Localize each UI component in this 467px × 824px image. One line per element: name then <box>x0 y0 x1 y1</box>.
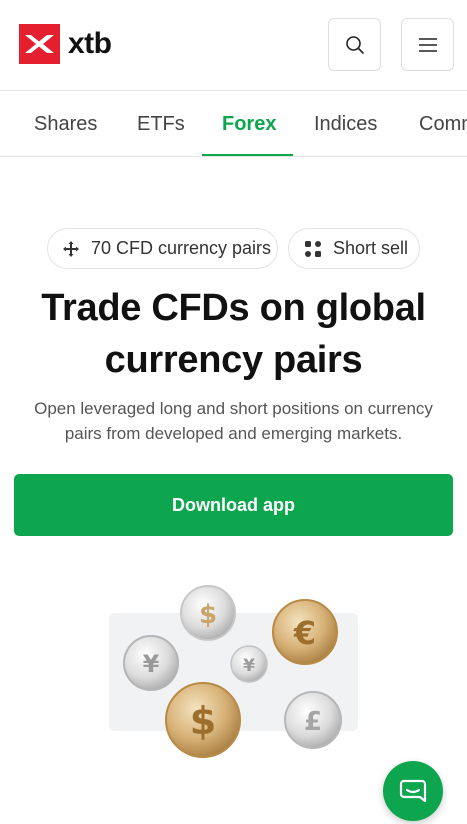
page-subtitle: Open leveraged long and short positions … <box>20 396 447 446</box>
euro-coin-icon: € <box>272 599 338 665</box>
dollar-coin-large-icon: $ <box>165 682 241 758</box>
subtitle-line-2: pairs from developed and emerging market… <box>64 424 403 443</box>
feature-chip-currency-pairs: 70 CFD currency pairs <box>47 228 278 269</box>
page-title: Trade CFDs on global currency pairs <box>0 282 467 386</box>
svg-text:€: € <box>293 614 316 652</box>
logo-mark-icon <box>19 24 60 64</box>
grid-dots-icon <box>304 240 322 258</box>
category-tabs: Shares ETFs Forex Indices Comm <box>0 90 467 157</box>
title-line-2: currency pairs <box>104 339 363 381</box>
currency-coins-illustration: ¥ $ ¥ € $ £ <box>105 580 365 770</box>
svg-text:¥: ¥ <box>143 650 160 678</box>
tab-shares[interactable]: Shares <box>34 91 97 156</box>
yen-coin-icon: ¥ <box>123 635 179 691</box>
tab-commodities[interactable]: Comm <box>419 91 467 156</box>
search-button[interactable] <box>328 18 381 71</box>
tab-etfs[interactable]: ETFs <box>137 91 185 156</box>
active-tab-indicator <box>202 154 293 156</box>
hamburger-menu-icon <box>418 37 437 52</box>
tab-forex[interactable]: Forex <box>222 91 276 156</box>
svg-text:£: £ <box>304 707 322 737</box>
menu-button[interactable] <box>401 18 454 71</box>
title-line-1: Trade CFDs on global <box>41 287 426 329</box>
chat-button[interactable] <box>383 761 443 821</box>
dollar-coin-small-icon: $ <box>180 585 236 641</box>
subtitle-line-1: Open leveraged long and short positions … <box>34 399 433 418</box>
yen-coin-small-icon: ¥ <box>230 645 268 683</box>
arrows-cross-icon <box>62 240 80 258</box>
svg-text:$: $ <box>199 600 217 630</box>
chip-label: 70 CFD currency pairs <box>91 238 272 258</box>
pound-coin-icon: £ <box>284 691 342 749</box>
download-app-button[interactable]: Download app <box>14 474 453 536</box>
svg-text:¥: ¥ <box>243 656 255 676</box>
logo-text: xtb <box>68 27 112 60</box>
tab-indices[interactable]: Indices <box>314 91 377 156</box>
xtb-logo[interactable]: xtb <box>19 24 112 64</box>
header: xtb <box>0 0 467 90</box>
chat-icon <box>399 779 427 803</box>
svg-text:$: $ <box>190 699 216 743</box>
search-icon <box>345 35 364 54</box>
feature-chip-short-sell: Short sell <box>288 228 420 269</box>
chip-label: Short sell <box>333 238 409 258</box>
